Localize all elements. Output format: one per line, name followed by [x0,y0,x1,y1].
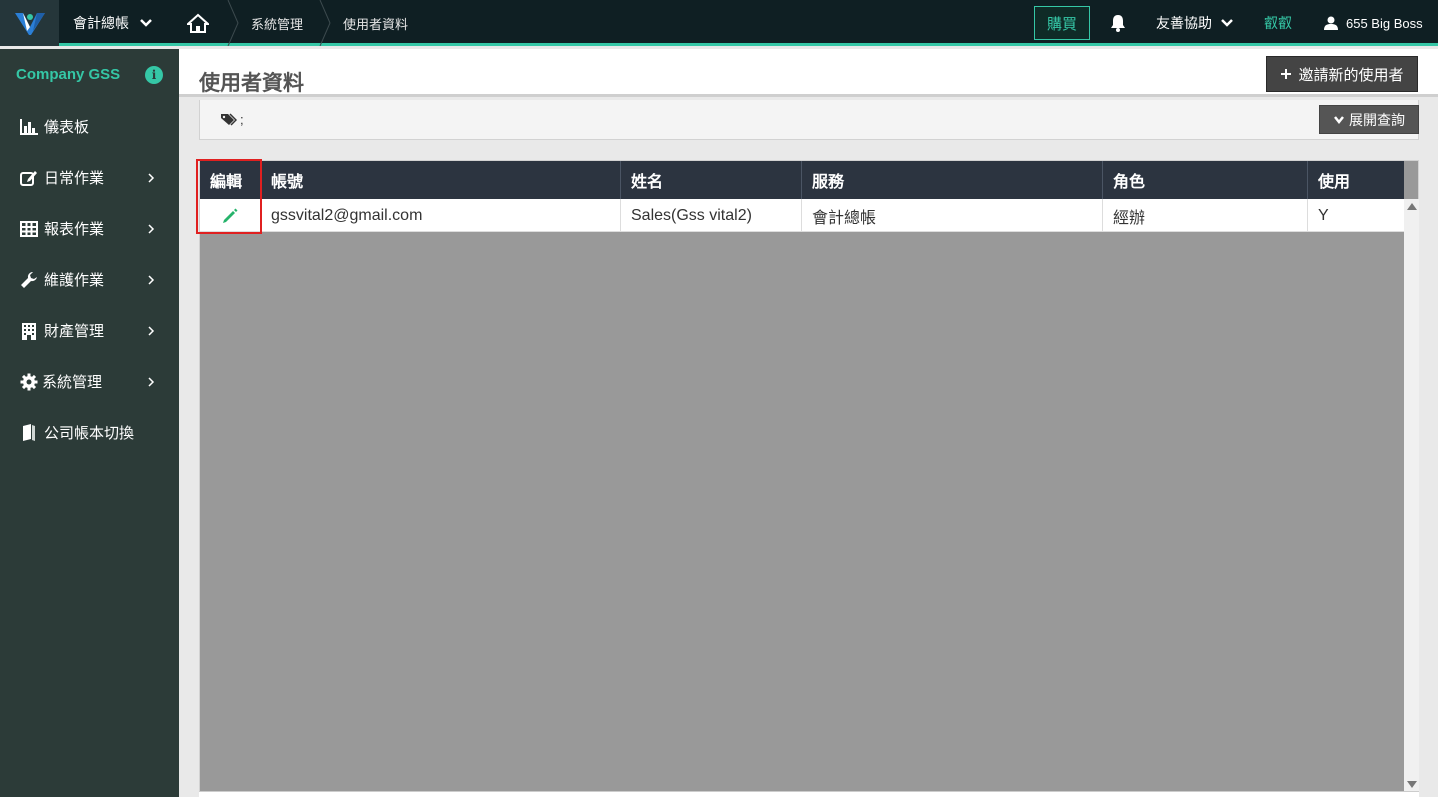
sidebar-item-assets[interactable]: 財產管理 [0,305,179,356]
company-name: Company GSS [16,66,121,83]
expand-query-button[interactable]: 展開查詢 [1319,105,1419,134]
column-header-account[interactable]: 帳號 [261,161,621,199]
building-icon [19,321,39,341]
invite-user-label: 邀請新的使用者 [1298,66,1404,84]
sidebar-item-reports[interactable]: 報表作業 [0,203,179,254]
cell-active: Y [1318,206,1329,224]
chevron-right-icon [148,223,155,234]
chevron-right-icon [148,376,155,387]
chevron-right-icon [148,172,155,183]
edit-cell[interactable] [200,199,261,232]
user-name: 655 Big Boss [1346,15,1423,31]
breadcrumb-separator [227,0,239,46]
app-switch-label: 會計總帳 [73,15,129,31]
gear-icon [19,372,39,392]
expand-query-label: 展開查詢 [1349,111,1405,128]
sidebar-item-switch-ledger[interactable]: 公司帳本切換 [0,407,179,458]
sidebar-item-label: 維護作業 [44,272,105,289]
help-menu[interactable]: 友善協助 [1156,0,1234,46]
edit-icon [19,168,39,188]
plus-icon [1281,69,1292,79]
top-bar: 會計總帳 系統管理 使用者資料 購買 友善協助 叡叡 655 Big Boss [0,0,1438,46]
pencil-icon[interactable] [221,207,239,225]
home-icon [187,13,209,33]
scroll-down-arrow[interactable] [1407,781,1417,788]
bell-icon[interactable] [1108,13,1128,33]
chevron-down-icon [140,19,152,27]
sidebar-item-label: 報表作業 [44,221,105,238]
app-switch-menu[interactable]: 會計總帳 [73,0,153,46]
tags-icon [221,113,237,126]
sidebar-item-label: 公司帳本切換 [44,425,135,442]
breadcrumb-separator [319,0,331,46]
chevron-right-icon [148,325,155,336]
user-icon [1324,16,1338,30]
help-label: 友善協助 [1156,15,1212,31]
language-switch[interactable]: 叡叡 [1264,0,1292,46]
query-tags: ; [240,112,244,127]
table-scrollbar[interactable] [1404,199,1419,792]
table-icon [19,219,39,239]
sidebar-item-maintenance[interactable]: 維護作業 [0,254,179,305]
chevron-right-icon [148,274,155,285]
home-button[interactable] [178,0,218,46]
column-header-role[interactable]: 角色 [1103,161,1308,199]
sidebar-item-label: 系統管理 [42,374,103,391]
user-menu[interactable]: 655 Big Boss [1324,0,1423,46]
user-table: 編輯 帳號 姓名 服務 角色 使用 gssvital2@gmail.com Sa… [199,160,1419,792]
sidebar-item-daily[interactable]: 日常作業 [0,152,179,203]
invite-user-button[interactable]: 邀請新的使用者 [1266,56,1418,92]
sidebar-item-label: 儀表板 [44,119,90,136]
logo-icon [14,13,45,35]
table-row[interactable]: gssvital2@gmail.com Sales(Gss vital2) 會計… [200,199,1404,232]
sidebar-item-system[interactable]: 系統管理 [0,356,179,407]
chevron-down-icon [1334,115,1344,124]
wrench-icon [19,270,39,290]
column-header-edit[interactable]: 編輯 [200,161,261,199]
breadcrumb-system-admin[interactable]: 系統管理 [251,0,303,46]
buy-button[interactable]: 購買 [1034,6,1090,40]
page-header: 使用者資料 邀請新的使用者 [179,49,1438,97]
column-header-service[interactable]: 服務 [802,161,1103,199]
table-header: 編輯 帳號 姓名 服務 角色 使用 [200,161,1404,199]
cell-role: 經辦 [1103,199,1308,232]
table-footer [199,791,1419,797]
page-title: 使用者資料 [199,72,304,95]
cell-name: Sales(Gss vital2) [621,199,802,232]
column-header-name[interactable]: 姓名 [621,161,802,199]
sidebar-item-label: 財產管理 [44,323,105,340]
chevron-down-icon [1221,19,1233,27]
query-bar: ; 展開查詢 [199,100,1419,140]
sidebar-item-dashboard[interactable]: 儀表板 [0,101,179,152]
sidebar: Company GSS i 儀表板 日常作業 報表作業 維護作業 財產管理 系統… [0,49,179,797]
bar-chart-icon [19,117,39,137]
breadcrumb-current: 使用者資料 [343,16,409,32]
scroll-up-arrow[interactable] [1407,203,1417,210]
info-icon[interactable]: i [145,66,163,84]
column-header-active[interactable]: 使用 [1308,161,1404,199]
cell-account: gssvital2@gmail.com [261,199,621,232]
cell-service: 會計總帳 [802,199,1103,232]
sidebar-item-label: 日常作業 [44,170,105,187]
app-logo[interactable] [0,0,59,46]
book-icon [19,423,39,443]
